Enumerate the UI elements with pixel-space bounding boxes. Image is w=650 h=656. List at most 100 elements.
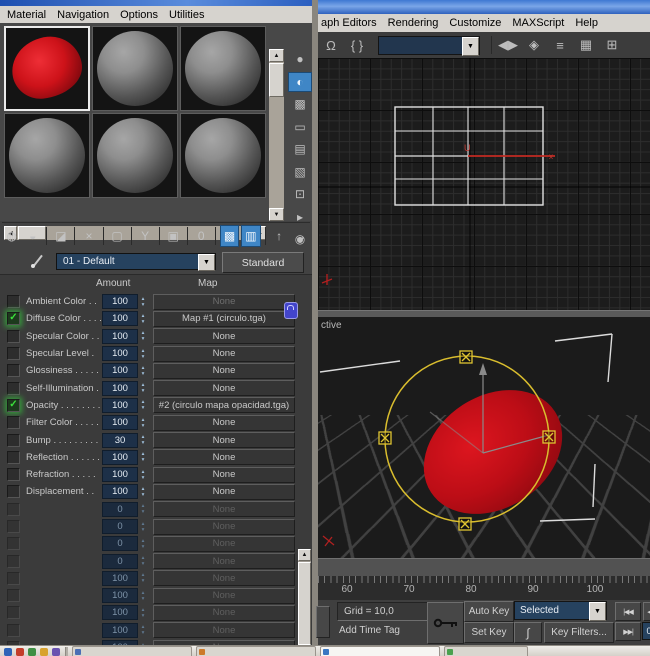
sample-uv-tiling-button[interactable]: ▭	[288, 117, 312, 137]
chevron-down-icon[interactable]: ▼	[589, 602, 606, 621]
show-map-in-viewport-button[interactable]: ▩	[219, 225, 240, 247]
show-end-result-button[interactable]: ▥	[241, 225, 261, 247]
sample-type-button[interactable]: ●	[288, 49, 312, 69]
map-enable-checkbox[interactable]	[7, 468, 20, 482]
map-enable-checkbox[interactable]	[7, 554, 20, 568]
make-preview-button[interactable]: ▧	[288, 162, 312, 182]
map-enable-checkbox[interactable]	[7, 485, 20, 499]
quick-launch-icon[interactable]	[16, 647, 24, 656]
spinner-down-icon[interactable]: ▾	[142, 354, 145, 360]
viewport-top[interactable]: U x	[318, 58, 650, 310]
slots-vertical-scrollbar[interactable]: ▲ ▼	[269, 49, 284, 221]
named-selection-set-dropdown[interactable]: ▼	[378, 35, 480, 56]
spinner-down-icon[interactable]: ▾	[142, 336, 145, 342]
amount-field[interactable]: 100	[102, 380, 138, 396]
scroll-up-icon[interactable]: ▲	[269, 49, 284, 62]
map-button[interactable]: None	[153, 466, 295, 483]
align-icon[interactable]: ◈	[521, 34, 547, 56]
amount-field[interactable]: 100	[102, 622, 138, 638]
taskbar-window-button[interactable]	[320, 646, 440, 656]
map-button[interactable]: None	[153, 449, 295, 466]
key-mode-dropdown[interactable]: Selected ▼	[514, 601, 607, 621]
spinner-down-icon[interactable]: ▾	[142, 630, 145, 636]
spinner-down-icon[interactable]: ▾	[142, 578, 145, 584]
map-button[interactable]: None	[153, 380, 295, 397]
amount-field[interactable]: 100	[102, 570, 138, 586]
spinner-down-icon[interactable]: ▾	[142, 596, 145, 602]
map-enable-checkbox[interactable]	[7, 433, 20, 447]
map-button[interactable]: None	[153, 293, 295, 310]
red-circle-object[interactable]	[400, 365, 585, 540]
amount-field[interactable]: 100	[102, 346, 138, 362]
amount-spinner[interactable]: ▴▾	[138, 589, 148, 603]
amount-field[interactable]: 100	[102, 294, 138, 310]
auto-key-button[interactable]: Auto Key	[464, 601, 514, 622]
amount-field[interactable]: 0	[102, 553, 138, 569]
amount-spinner[interactable]: ▴▾	[138, 364, 148, 378]
amount-spinner[interactable]: ▴▾	[138, 468, 148, 482]
reset-map-button[interactable]: ×	[79, 225, 98, 247]
assign-material-to-selection-button[interactable]: ◪	[51, 225, 70, 247]
map-enable-checkbox[interactable]	[7, 606, 20, 620]
default-in-out-tangents-icon[interactable]: ∫	[514, 622, 542, 643]
map-button[interactable]: None	[153, 432, 295, 449]
scroll-down-icon[interactable]: ▼	[269, 208, 284, 221]
quick-launch-icon[interactable]	[40, 647, 48, 656]
named-selection-sets-icon[interactable]: { }	[344, 34, 370, 56]
mirror-icon[interactable]: ◀▶	[495, 34, 521, 56]
amount-spinner[interactable]: ▴▾	[138, 398, 148, 412]
menu-navigation[interactable]: Navigation	[54, 8, 117, 22]
map-button[interactable]: None	[153, 518, 295, 535]
amount-spinner[interactable]: ▴▾	[138, 520, 148, 534]
amount-field[interactable]: 0	[102, 501, 138, 517]
taskbar-window-button[interactable]	[72, 646, 192, 656]
map-enable-checkbox[interactable]	[7, 589, 20, 603]
spinner-down-icon[interactable]: ▾	[142, 527, 145, 533]
material-id-channel-button[interactable]: 0	[192, 225, 211, 247]
scrollbar-thumb[interactable]	[298, 562, 311, 656]
map-enable-checkbox[interactable]	[7, 347, 20, 361]
map-enable-checkbox[interactable]	[7, 502, 20, 516]
amount-spinner[interactable]: ▴▾	[138, 537, 148, 551]
amount-spinner[interactable]: ▴▾	[138, 623, 148, 637]
backlight-button[interactable]: ◐	[288, 71, 312, 92]
edge-button-fragment[interactable]	[316, 606, 330, 638]
ambient-diffuse-lock-icon[interactable]	[284, 302, 298, 319]
map-button[interactable]: None	[153, 622, 295, 639]
viewport-perspective[interactable]: ctive	[318, 317, 650, 558]
amount-spinner[interactable]: ▴▾	[138, 571, 148, 585]
amount-field[interactable]: 100	[102, 588, 138, 604]
key-filters-button[interactable]: Key Filters...	[544, 622, 614, 643]
amount-field[interactable]: 100	[102, 484, 138, 500]
params-vertical-scrollbar[interactable]: ▲ ▼	[298, 549, 311, 656]
material-options-button[interactable]: ⊡	[288, 184, 312, 204]
map-enable-checkbox[interactable]	[7, 416, 20, 430]
map-enable-checkbox[interactable]	[7, 295, 20, 309]
viewport-label[interactable]: ctive	[321, 320, 342, 331]
spinner-down-icon[interactable]: ▾	[142, 544, 145, 550]
amount-field[interactable]: 100	[102, 397, 138, 413]
map-button[interactable]: Map #1 (circulo.tga)	[153, 310, 295, 327]
amount-spinner[interactable]: ▴▾	[138, 347, 148, 361]
spinner-down-icon[interactable]: ▾	[142, 319, 145, 325]
get-material-button[interactable]: ◍	[2, 225, 21, 247]
material-slot-4[interactable]	[4, 113, 90, 198]
set-key-toggle-button[interactable]	[427, 602, 464, 644]
amount-field[interactable]: 100	[102, 605, 138, 621]
menu-aph-editors[interactable]: aph Editors	[318, 16, 385, 30]
spinner-down-icon[interactable]: ▾	[142, 509, 145, 515]
map-enable-checkbox[interactable]	[7, 520, 20, 533]
material-type-button[interactable]: Standard	[222, 252, 304, 273]
material-slot-1[interactable]	[4, 26, 90, 111]
spinner-down-icon[interactable]: ▾	[142, 492, 145, 498]
curve-editor-icon[interactable]: ▦	[573, 34, 599, 56]
material-slot-5[interactable]	[92, 113, 178, 198]
amount-field[interactable]: 100	[102, 415, 138, 431]
scroll-up-icon[interactable]: ▲	[298, 549, 311, 561]
menu-maxscript[interactable]: MAXScript	[509, 16, 572, 30]
scrollbar-thumb[interactable]	[269, 63, 284, 97]
layer-manager-icon[interactable]: ≡	[547, 34, 573, 56]
menu-material[interactable]: Material	[4, 8, 54, 22]
map-button[interactable]: None	[153, 604, 295, 621]
amount-field[interactable]: 100	[102, 467, 138, 483]
